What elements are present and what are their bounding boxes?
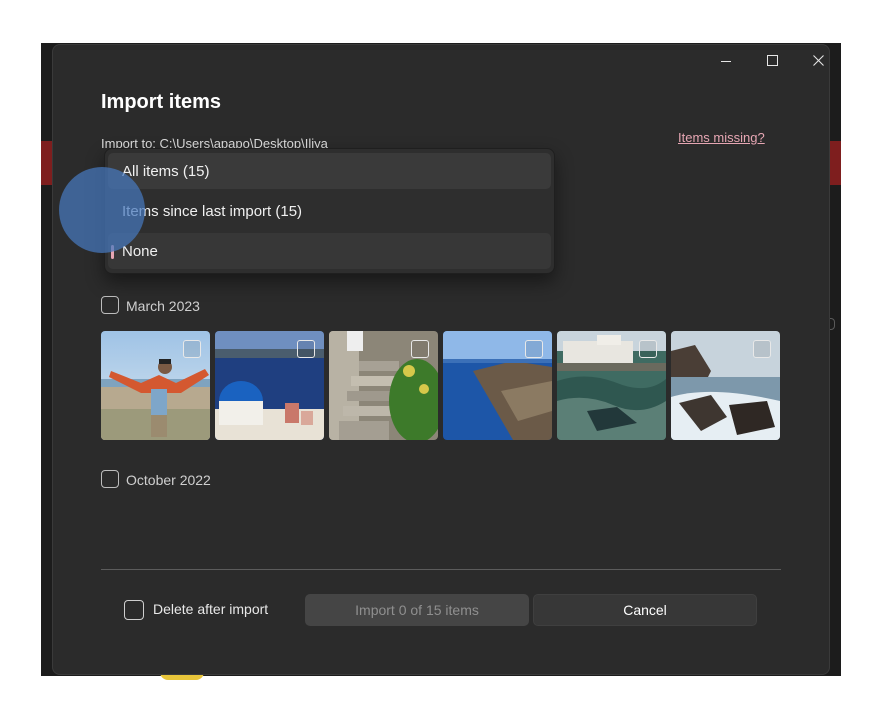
group-label-october-2022: October 2022 <box>126 472 211 488</box>
photo-thumbnail[interactable] <box>329 331 438 440</box>
delete-after-import-label: Delete after import <box>153 601 269 617</box>
photo-checkbox[interactable] <box>639 340 657 358</box>
selected-indicator <box>111 245 114 259</box>
photo-thumbnail[interactable] <box>101 331 210 440</box>
group-label-march-2023: March 2023 <box>126 298 200 314</box>
maximize-icon <box>766 54 778 66</box>
dropdown-option-items-since-last-import[interactable]: Items since last import (15) <box>108 193 551 229</box>
dropdown-option-label: None <box>122 242 158 260</box>
photo-checkbox[interactable] <box>753 340 771 358</box>
dropdown-option-all-items[interactable]: All items (15) <box>108 153 551 189</box>
group-checkbox-march-2023[interactable] <box>101 296 119 314</box>
minimize-icon <box>721 60 731 62</box>
dropdown-option-none[interactable]: None <box>108 233 551 269</box>
photo-thumbnail[interactable] <box>443 331 552 440</box>
close-button[interactable] <box>802 50 834 70</box>
photo-thumbnail[interactable] <box>557 331 666 440</box>
import-destination-path: Import to: C:\Users\apapo\Desktop\Iliya <box>101 136 328 148</box>
photo-thumbnail[interactable] <box>215 331 324 440</box>
dialog-title: Import items <box>101 91 222 113</box>
close-icon <box>812 54 824 66</box>
dropdown-option-label: Items since last import (15) <box>122 202 303 220</box>
photo-thumbnail[interactable] <box>671 331 780 440</box>
maximize-button[interactable] <box>756 50 788 70</box>
cancel-button[interactable]: Cancel <box>533 594 757 626</box>
import-button[interactable]: Import 0 of 15 items <box>305 594 529 626</box>
selection-dropdown-menu: All items (15) Items since last import (… <box>104 148 555 274</box>
delete-after-import-checkbox[interactable] <box>124 600 144 620</box>
photo-checkbox[interactable] <box>411 340 429 358</box>
photo-checkbox[interactable] <box>183 340 201 358</box>
group-checkbox-october-2022[interactable] <box>101 470 119 488</box>
photo-checkbox[interactable] <box>297 340 315 358</box>
items-missing-link[interactable]: Items missing? <box>678 130 765 145</box>
photo-checkbox[interactable] <box>525 340 543 358</box>
import-items-dialog: Import items Import to: C:\Users\apapo\D… <box>52 44 830 675</box>
dropdown-option-label: All items (15) <box>122 162 210 180</box>
minimize-button[interactable] <box>710 50 742 70</box>
footer-divider <box>101 569 781 570</box>
